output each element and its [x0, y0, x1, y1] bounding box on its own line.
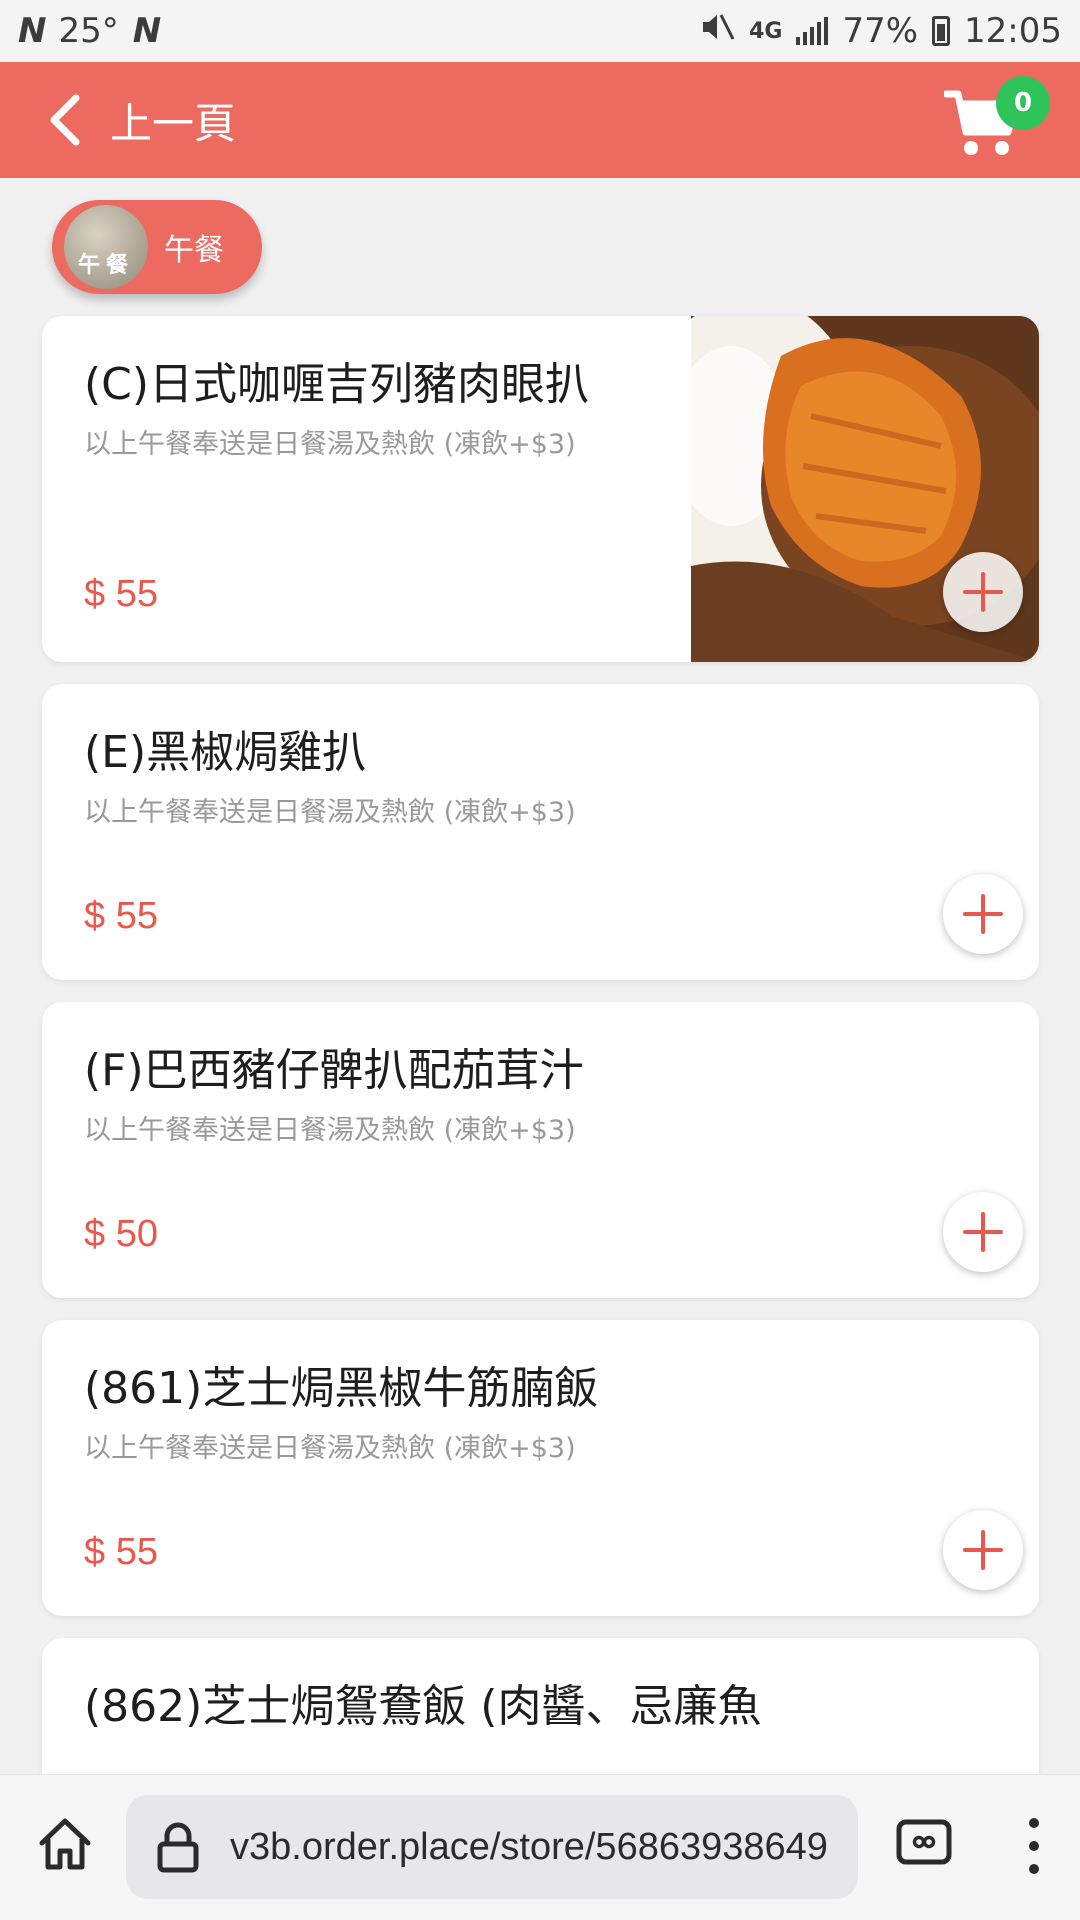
category-chip-lunch[interactable]: 午餐 午餐: [52, 200, 262, 294]
chevron-left-icon: [50, 94, 80, 146]
mute-icon: [701, 11, 735, 51]
add-to-cart-button[interactable]: [943, 552, 1023, 632]
back-button[interactable]: 上一頁: [44, 90, 236, 151]
tabs-button[interactable]: [896, 1819, 952, 1865]
item-price: $ 55: [84, 573, 158, 615]
plus-icon: [963, 572, 1003, 612]
home-icon: [39, 1818, 91, 1870]
add-to-cart-button[interactable]: [943, 874, 1023, 954]
notification-n-icon: N: [132, 11, 162, 51]
item-description: 以上午餐奉送是日餐湯及熱飲 (凍飲+$3): [84, 429, 576, 460]
battery-icon: [932, 16, 951, 46]
more-vertical-icon: [1029, 1818, 1039, 1874]
item-name: (E)黑椒焗雞扒: [84, 727, 367, 778]
clock-text: 12:05: [964, 11, 1062, 51]
plus-icon: [963, 1530, 1003, 1570]
tabs-icon: [896, 1819, 952, 1865]
item-description: 以上午餐奉送是日餐湯及熱飲 (凍飲+$3): [84, 1115, 576, 1146]
item-price: $ 55: [84, 1531, 158, 1573]
add-to-cart-button[interactable]: [943, 1510, 1023, 1590]
plus-icon: [963, 894, 1003, 934]
plus-icon: [963, 1212, 1003, 1252]
menu-item-card[interactable]: (E)黑椒焗雞扒 以上午餐奉送是日餐湯及熱飲 (凍飲+$3) $ 55: [42, 684, 1039, 980]
more-options-button[interactable]: [1012, 1813, 1056, 1879]
temperature-text: 25°: [58, 11, 119, 51]
category-thumbnail-text: 午餐: [77, 253, 134, 278]
menu-item-card[interactable]: (C)日式咖喱吉列豬肉眼扒 以上午餐奉送是日餐湯及熱飲 (凍飲+$3) $ 55: [42, 316, 1039, 662]
item-name: (861)芝士焗黑椒牛筋腩飯: [84, 1363, 599, 1414]
item-name: (C)日式咖喱吉列豬肉眼扒: [84, 359, 590, 410]
cart-button[interactable]: 0: [944, 76, 1050, 160]
url-text: v3b.order.place/store/56863938649: [230, 1825, 828, 1868]
network-type-text: 4G: [749, 18, 783, 44]
item-name: (F)巴西豬仔髀扒配茄茸汁: [84, 1045, 584, 1096]
app-header: 上一頁 0: [0, 62, 1080, 178]
menu-item-card[interactable]: (F)巴西豬仔髀扒配茄茸汁 以上午餐奉送是日餐湯及熱飲 (凍飲+$3) $ 50: [42, 1002, 1039, 1298]
notification-n-icon: N: [18, 11, 47, 51]
category-label: 午餐: [164, 233, 224, 268]
menu-item-card[interactable]: (861)芝士焗黑椒牛筋腩飯 以上午餐奉送是日餐湯及熱飲 (凍飲+$3) $ 5…: [42, 1320, 1039, 1616]
lock-icon: [157, 1822, 199, 1873]
status-bar: N 25° N 4G 77% 12:05: [0, 0, 1080, 62]
back-label: 上一頁: [110, 98, 237, 148]
cart-count-badge: 0: [996, 76, 1050, 130]
battery-percent-text: 77%: [842, 11, 919, 51]
item-description: 以上午餐奉送是日餐湯及熱飲 (凍飲+$3): [84, 1433, 576, 1464]
item-name: (862)芝士焗鴛鴦飯 (肉醬、忌廉魚: [84, 1681, 762, 1732]
address-bar[interactable]: v3b.order.place/store/56863938649: [126, 1795, 858, 1899]
browser-toolbar: v3b.order.place/store/56863938649: [0, 1774, 1080, 1920]
item-price: $ 55: [84, 895, 158, 937]
signal-icon: [796, 17, 829, 45]
item-price: $ 50: [84, 1213, 158, 1255]
home-button[interactable]: [36, 1815, 94, 1873]
item-description: 以上午餐奉送是日餐湯及熱飲 (凍飲+$3): [84, 797, 576, 828]
add-to-cart-button[interactable]: [943, 1192, 1023, 1272]
category-thumbnail: 午餐: [64, 205, 148, 289]
